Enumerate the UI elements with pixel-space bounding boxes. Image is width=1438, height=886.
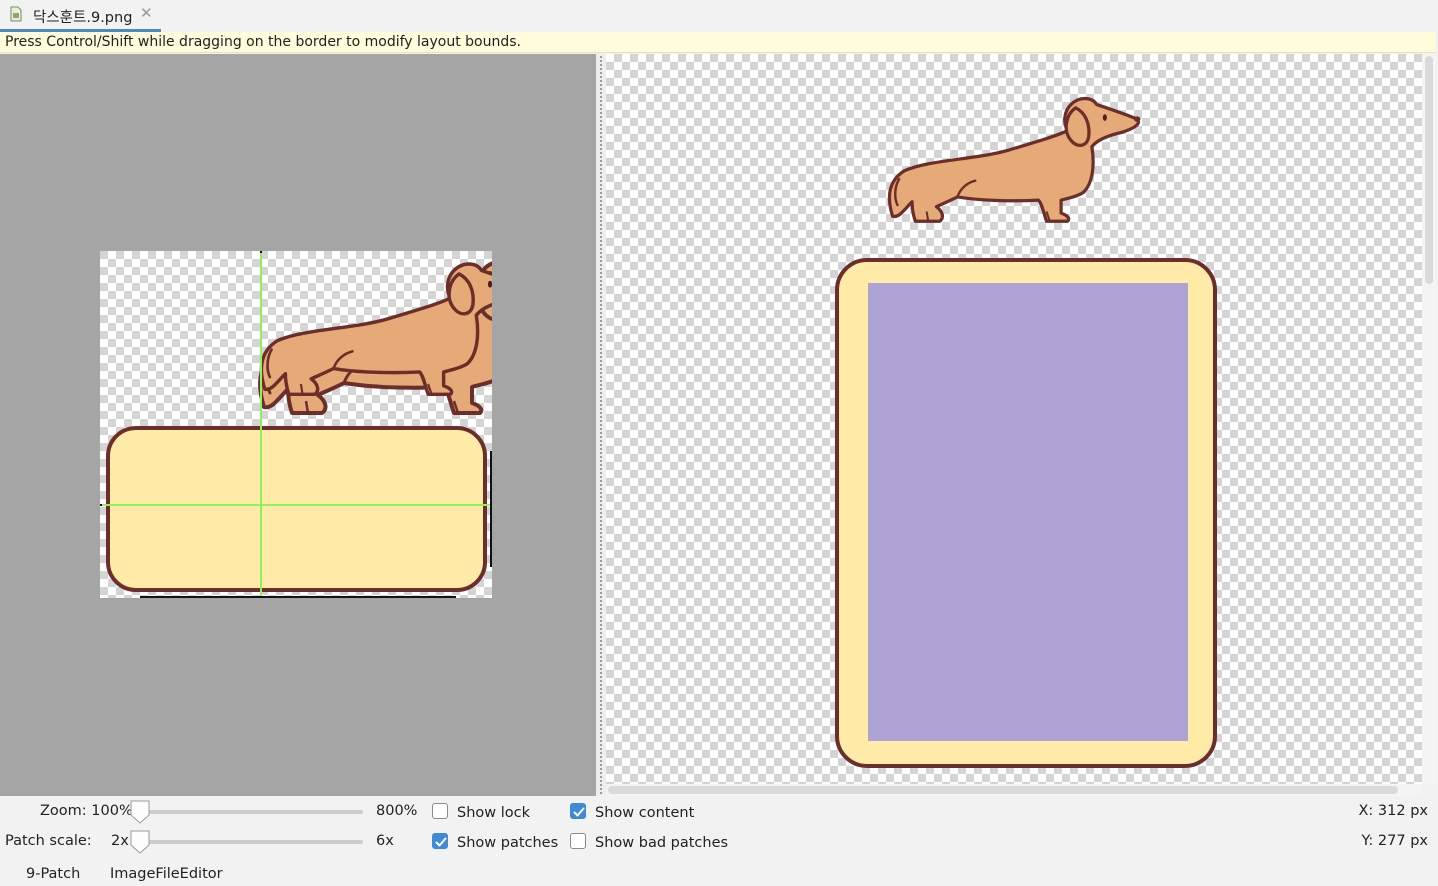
show-patches-checkbox[interactable] xyxy=(432,833,448,849)
splitter-grip[interactable] xyxy=(600,56,602,794)
x-coordinate-readout: X: 312 px xyxy=(1358,803,1429,819)
show-patches-label: Show patches xyxy=(457,835,559,851)
hint-banner: Press Control/Shift while dragging on th… xyxy=(0,32,1436,53)
tab-dachshund-9-png[interactable]: 닥스훈트.9.png ✕ xyxy=(0,0,161,32)
horizontal-scroll-thumb[interactable] xyxy=(608,786,1398,794)
y-coordinate-readout: Y: 277 px xyxy=(1361,833,1429,849)
show-bad-patches-label: Show bad patches xyxy=(595,835,729,851)
zoom-slider-track[interactable] xyxy=(140,810,363,814)
close-icon[interactable]: ✕ xyxy=(140,4,153,22)
vertical-scrollbar[interactable] xyxy=(1422,54,1436,784)
patch-scale-slider-thumb[interactable] xyxy=(130,830,150,854)
nine-patch-image[interactable] xyxy=(100,251,492,598)
show-lock-checkbox[interactable] xyxy=(432,803,448,819)
zoom-max-label: 800% xyxy=(376,803,418,819)
patch-scale-max-label: 6x xyxy=(376,833,394,849)
zoom-label: Zoom: 100% xyxy=(40,803,133,819)
hint-text: Press Control/Shift while dragging on th… xyxy=(5,34,521,50)
editor-mode-tabs: 9-Patch ImageFileEditor xyxy=(0,858,1438,886)
tab-image-file-editor[interactable]: ImageFileEditor xyxy=(110,866,223,882)
image-file-icon xyxy=(10,6,22,22)
horizontal-scrollbar[interactable] xyxy=(606,784,1422,796)
show-bad-patches-checkbox[interactable] xyxy=(570,833,586,849)
patch-scale-label: Patch scale: xyxy=(5,833,92,849)
vertical-scroll-thumb[interactable] xyxy=(1425,56,1433,284)
show-content-checkbox[interactable] xyxy=(570,803,586,819)
stretch-preview xyxy=(606,54,1422,784)
nine-patch-editor-canvas[interactable] xyxy=(0,54,596,796)
content-area xyxy=(868,283,1188,741)
tab-9-patch[interactable]: 9-Patch xyxy=(26,866,80,882)
pane-splitter[interactable] xyxy=(596,54,606,796)
zoom-slider-thumb[interactable] xyxy=(130,800,150,824)
tab-title: 닥스훈트.9.png xyxy=(33,10,133,26)
patch-scale-min-label: 2x xyxy=(111,833,129,849)
patch-scale-slider-track[interactable] xyxy=(140,840,363,844)
show-content-label: Show content xyxy=(595,805,695,821)
rounded-box xyxy=(106,426,487,592)
editor-tab-bar: 닥스훈트.9.png ✕ xyxy=(0,0,1438,32)
controls-panel: Zoom: 100% 800% Patch scale: 2x 6x Show … xyxy=(0,796,1438,858)
show-lock-label: Show lock xyxy=(457,805,531,821)
